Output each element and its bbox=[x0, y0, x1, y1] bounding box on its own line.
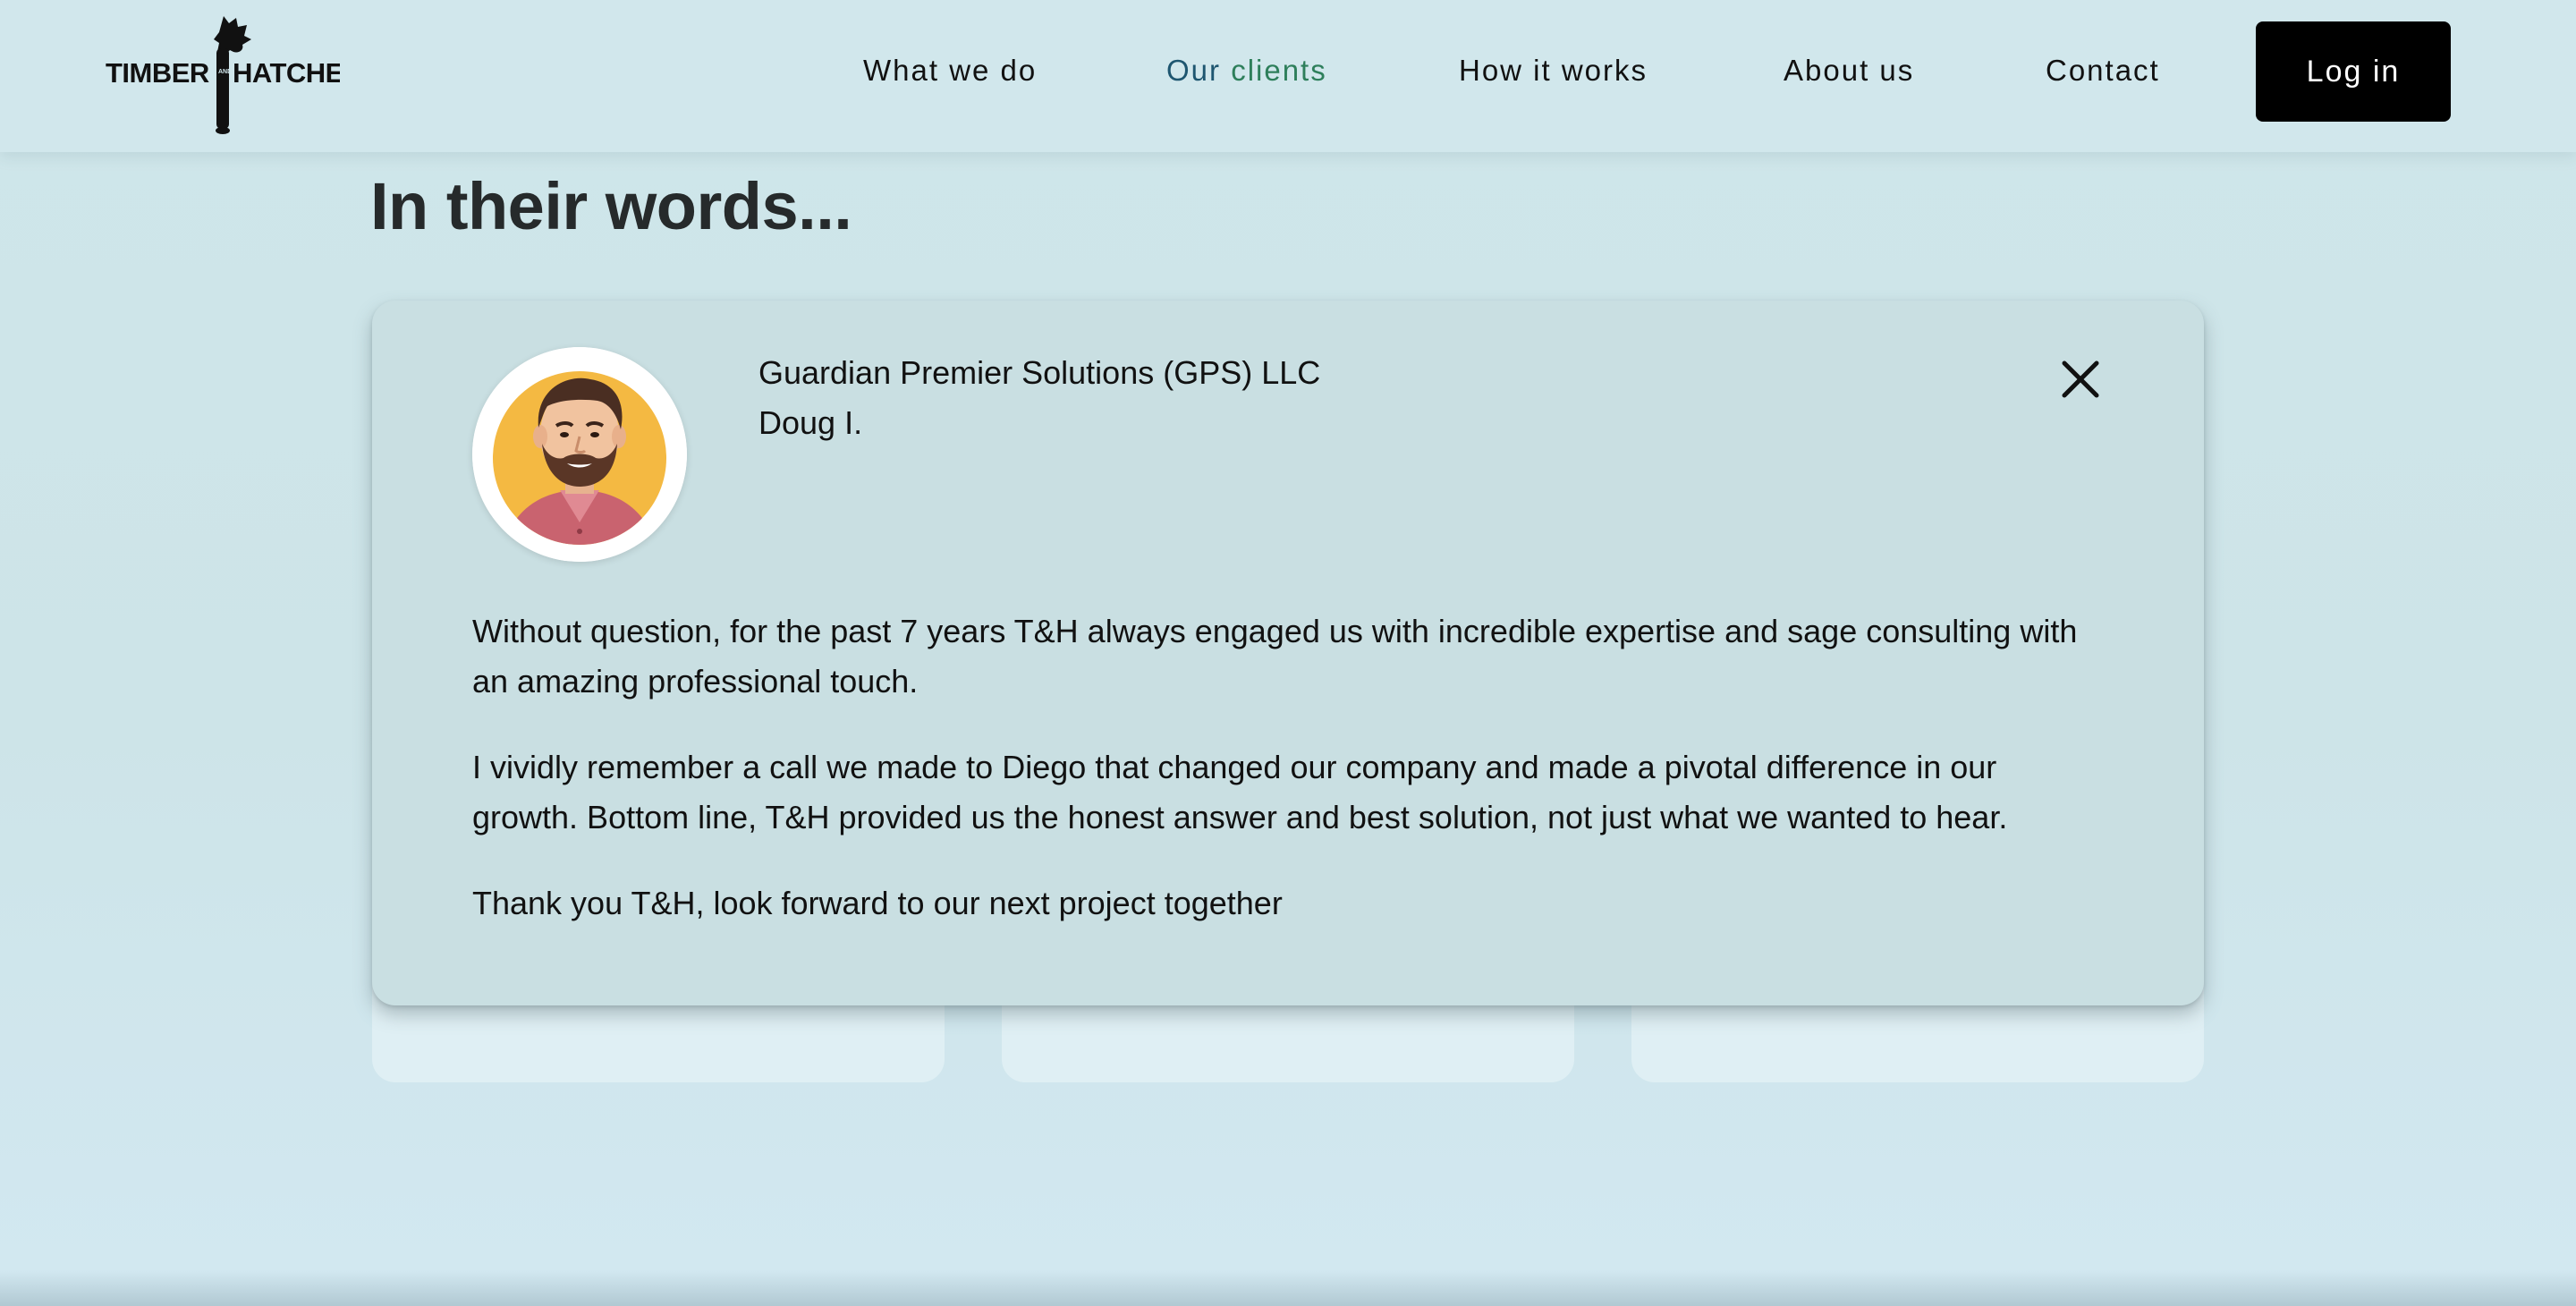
avatar bbox=[472, 347, 687, 562]
svg-text:AND: AND bbox=[218, 69, 232, 75]
nav-about-us[interactable]: About us bbox=[1784, 54, 1914, 88]
nav-our-clients[interactable]: Our clients bbox=[1166, 54, 1327, 88]
testimonial-quote: Without question, for the past 7 years T… bbox=[472, 606, 2100, 964]
login-button[interactable]: Log in bbox=[2256, 21, 2451, 122]
svg-text:TIMBER: TIMBER bbox=[106, 57, 209, 89]
quote-paragraph: Thank you T&H, look forward to our next … bbox=[472, 885, 1283, 921]
testimonial-modal: Guardian Premier Solutions (GPS) LLC Dou… bbox=[372, 301, 2204, 1005]
hatchet-icon: TIMBER AND HATCHET bbox=[106, 16, 340, 134]
client-name: Doug I. bbox=[758, 404, 863, 441]
nav-what-we-do[interactable]: What we do bbox=[863, 54, 1037, 88]
avatar-illustration bbox=[472, 347, 687, 562]
nav-how-it-works[interactable]: How it works bbox=[1459, 54, 1648, 88]
quote-paragraph: I vividly remember a call we made to Die… bbox=[472, 749, 2008, 835]
close-button[interactable] bbox=[2055, 354, 2106, 404]
close-icon bbox=[2062, 360, 2099, 398]
timber-and-hatchet-logo[interactable]: TIMBER AND HATCHET bbox=[106, 13, 340, 136]
svg-text:HATCHET: HATCHET bbox=[233, 57, 340, 89]
nav-contact[interactable]: Contact bbox=[2046, 54, 2160, 88]
section-title: In their words... bbox=[370, 169, 852, 243]
client-company: Guardian Premier Solutions (GPS) LLC bbox=[758, 354, 1321, 391]
bottom-shadow bbox=[0, 1270, 2576, 1306]
site-header: TIMBER AND HATCHET What we do Our client… bbox=[0, 0, 2576, 152]
quote-paragraph: Without question, for the past 7 years T… bbox=[472, 613, 2078, 700]
